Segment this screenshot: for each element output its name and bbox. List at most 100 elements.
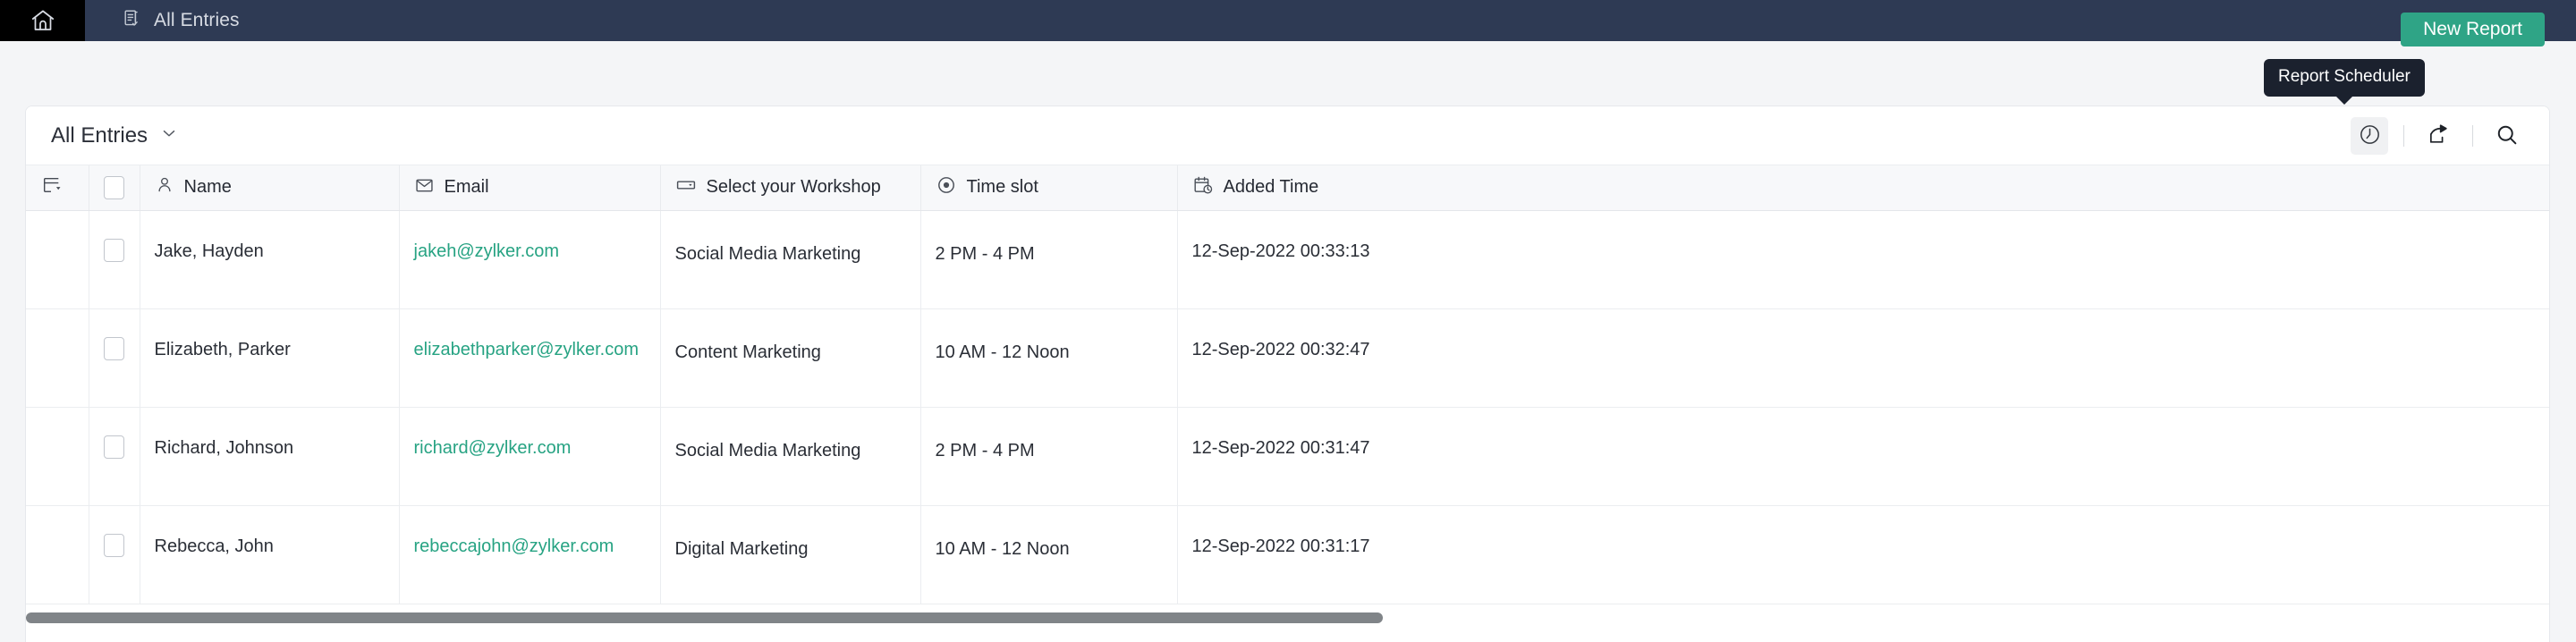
cell-value: Rebecca, John — [155, 506, 399, 557]
table-header-row: Name Email — [26, 165, 2549, 210]
card-header: All Entries — [26, 106, 2549, 165]
cell-value: 2 PM - 4 PM — [936, 408, 1177, 461]
cell-value: 10 AM - 12 Noon — [936, 309, 1177, 363]
clipboard-check-icon — [120, 8, 141, 34]
row-checkbox[interactable] — [104, 435, 124, 459]
new-report-button[interactable]: New Report — [2401, 13, 2545, 46]
search-icon — [2495, 122, 2520, 150]
envelope-icon — [414, 175, 435, 200]
column-header-label: Added Time — [1224, 177, 1319, 198]
clock-scheduler-icon — [2358, 122, 2382, 149]
home-icon — [30, 7, 56, 34]
share-export-icon — [2427, 122, 2451, 149]
cell-value: 12-Sep-2022 00:31:17 — [1192, 506, 2550, 557]
breadcrumb[interactable]: All Entries — [85, 0, 240, 41]
cell-value: Content Marketing — [675, 309, 920, 363]
row-options-cell[interactable] — [26, 505, 89, 604]
cell-timeslot: 10 AM - 12 Noon — [920, 308, 1177, 407]
search-button[interactable] — [2488, 117, 2526, 155]
cell-workshop: Social Media Marketing — [660, 407, 920, 505]
row-select-cell[interactable] — [89, 407, 140, 505]
cell-addedtime: 12-Sep-2022 00:31:47 — [1177, 407, 2549, 505]
share-export-button[interactable] — [2419, 117, 2457, 155]
cell-name: Elizabeth, Parker — [140, 308, 399, 407]
cell-value: Digital Marketing — [675, 506, 920, 560]
cell-timeslot: 10 AM - 12 Noon — [920, 505, 1177, 604]
cell-workshop: Digital Marketing — [660, 505, 920, 604]
row-select-cell[interactable] — [89, 505, 140, 604]
entries-table: Name Email — [26, 165, 2549, 604]
table-row[interactable]: Rebecca, John rebeccajohn@zylker.com Dig… — [26, 505, 2549, 604]
user-icon — [155, 175, 174, 199]
cell-timeslot: 2 PM - 4 PM — [920, 210, 1177, 308]
table-row[interactable]: Elizabeth, Parker elizabethparker@zylker… — [26, 308, 2549, 407]
row-checkbox[interactable] — [104, 337, 124, 360]
column-header-timeslot[interactable]: Time slot — [920, 165, 1177, 210]
cell-timeslot: 2 PM - 4 PM — [920, 407, 1177, 505]
cell-addedtime: 12-Sep-2022 00:31:17 — [1177, 505, 2549, 604]
calendar-clock-icon — [1192, 174, 1214, 200]
cell-value[interactable]: elizabethparker@zylker.com — [414, 309, 660, 360]
cell-value: 2 PM - 4 PM — [936, 211, 1177, 265]
cell-name: Richard, Johnson — [140, 407, 399, 505]
report-scheduler-tooltip: Report Scheduler — [2264, 59, 2425, 97]
column-settings-header[interactable] — [26, 165, 89, 210]
home-button[interactable] — [0, 0, 85, 41]
entries-table-scroll-area[interactable]: Name Email — [26, 165, 2549, 642]
column-header-email[interactable]: Email — [399, 165, 660, 210]
view-selector-label: All Entries — [51, 123, 148, 148]
cell-value: Elizabeth, Parker — [155, 309, 399, 360]
table-row[interactable]: Jake, Hayden jakeh@zylker.com Social Med… — [26, 210, 2549, 308]
cell-email[interactable]: richard@zylker.com — [399, 407, 660, 505]
cell-value: 12-Sep-2022 00:31:47 — [1192, 408, 2550, 459]
radio-icon — [936, 174, 957, 200]
row-options-cell[interactable] — [26, 210, 89, 308]
select-all-header[interactable] — [89, 165, 140, 210]
column-header-label: Email — [445, 177, 489, 198]
top-navigation-bar: All Entries New Report — [0, 0, 2576, 41]
column-header-workshop[interactable]: Select your Workshop — [660, 165, 920, 210]
table-body: Jake, Hayden jakeh@zylker.com Social Med… — [26, 210, 2549, 604]
row-checkbox[interactable] — [104, 534, 124, 557]
column-settings-icon — [40, 174, 63, 201]
select-all-checkbox[interactable] — [104, 176, 124, 199]
cell-addedtime: 12-Sep-2022 00:32:47 — [1177, 308, 2549, 407]
horizontal-scrollbar-thumb[interactable] — [26, 612, 1383, 623]
row-checkbox[interactable] — [104, 239, 124, 262]
cell-value: Jake, Hayden — [155, 211, 399, 262]
cell-workshop: Social Media Marketing — [660, 210, 920, 308]
cell-value[interactable]: rebeccajohn@zylker.com — [414, 506, 660, 557]
breadcrumb-label: All Entries — [154, 10, 240, 31]
table-row[interactable]: Richard, Johnson richard@zylker.com Soci… — [26, 407, 2549, 505]
chevron-down-icon — [159, 123, 179, 148]
column-header-label: Select your Workshop — [707, 177, 881, 198]
column-header-label: Name — [184, 177, 232, 198]
column-header-addedtime[interactable]: Added Time — [1177, 165, 2549, 210]
cell-email[interactable]: rebeccajohn@zylker.com — [399, 505, 660, 604]
cell-email[interactable]: elizabethparker@zylker.com — [399, 308, 660, 407]
cell-email[interactable]: jakeh@zylker.com — [399, 210, 660, 308]
row-options-cell[interactable] — [26, 308, 89, 407]
column-header-label: Time slot — [967, 177, 1038, 198]
cell-value[interactable]: jakeh@zylker.com — [414, 211, 660, 262]
row-select-cell[interactable] — [89, 308, 140, 407]
view-selector[interactable]: All Entries — [51, 123, 179, 148]
row-select-cell[interactable] — [89, 210, 140, 308]
dropdown-icon — [675, 174, 697, 200]
entries-card: All Entries — [25, 106, 2550, 642]
column-header-name[interactable]: Name — [140, 165, 399, 210]
cell-workshop: Content Marketing — [660, 308, 920, 407]
card-header-actions — [2351, 106, 2526, 165]
cell-value: 12-Sep-2022 00:32:47 — [1192, 309, 2550, 360]
cell-value: 12-Sep-2022 00:33:13 — [1192, 211, 2550, 262]
cell-value: Social Media Marketing — [675, 211, 920, 265]
cell-value: 10 AM - 12 Noon — [936, 506, 1177, 560]
divider — [2403, 125, 2404, 147]
horizontal-scrollbar[interactable] — [25, 612, 2550, 624]
divider — [2472, 125, 2473, 147]
report-scheduler-button[interactable] — [2351, 117, 2388, 155]
cell-value[interactable]: richard@zylker.com — [414, 408, 660, 459]
cell-name: Rebecca, John — [140, 505, 399, 604]
cell-value: Richard, Johnson — [155, 408, 399, 459]
row-options-cell[interactable] — [26, 407, 89, 505]
